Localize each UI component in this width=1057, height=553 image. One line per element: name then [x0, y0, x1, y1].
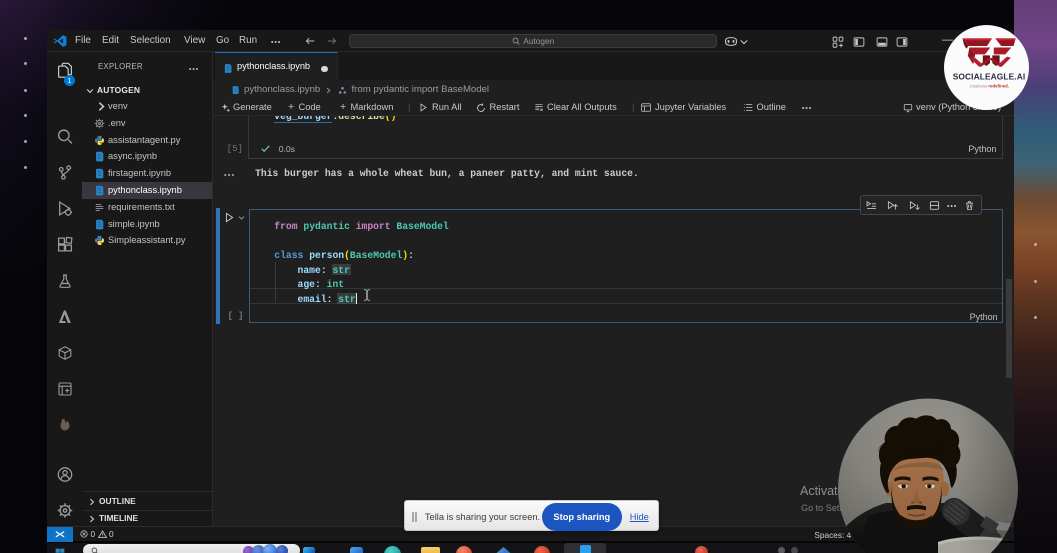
- svg-text:SOCIALEAGLE.AI: SOCIALEAGLE.AI: [953, 72, 1026, 82]
- svg-text:.business redefined.: .business redefined.: [969, 84, 1009, 89]
